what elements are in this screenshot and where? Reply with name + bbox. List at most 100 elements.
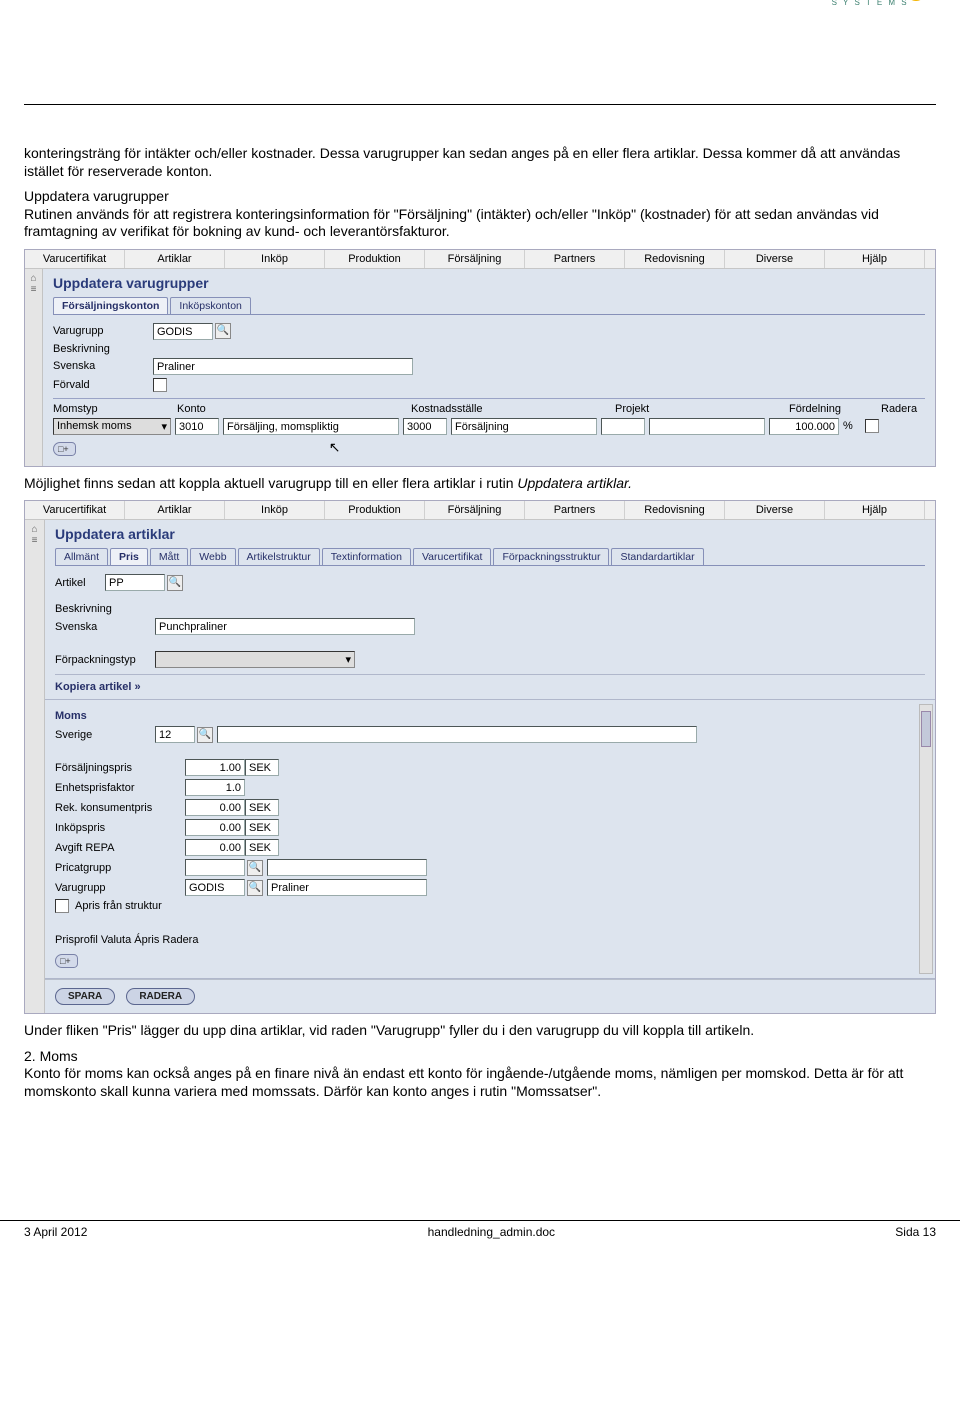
label-sverige: Sverige: [55, 729, 155, 741]
input-svenska[interactable]: Punchpraliner: [155, 618, 415, 635]
search-icon[interactable]: 🔍: [197, 727, 213, 743]
paragraph-2: Rutinen används för att registrera konte…: [24, 206, 936, 241]
menu-inkop[interactable]: Inköp: [225, 501, 325, 519]
price-block: Moms Sverige 12 🔍 Försäljningspris 1.00 …: [45, 699, 935, 979]
add-row-button[interactable]: □+: [53, 442, 76, 456]
tab-allmant[interactable]: Allmänt: [55, 548, 108, 565]
input-cur-3: SEK: [245, 819, 279, 836]
col-fordelning: Fördelning: [789, 403, 877, 415]
tab-forpackningsstruktur[interactable]: Förpackningsstruktur: [493, 548, 609, 565]
window-title: Uppdatera varugrupper: [53, 273, 925, 297]
input-konto-name[interactable]: Försäljing, momspliktig: [223, 418, 399, 435]
label-inkopspris: Inköpspris: [55, 822, 185, 834]
tab-webb[interactable]: Webb: [190, 548, 235, 565]
tab-matt[interactable]: Mått: [150, 548, 188, 565]
tab-standardartiklar[interactable]: Standardartiklar: [611, 548, 703, 565]
label-forvald: Förvald: [53, 379, 153, 391]
menu-varucertifikat[interactable]: Varucertifikat: [25, 501, 125, 519]
select-forpackningstyp[interactable]: ▾: [155, 651, 355, 668]
search-icon[interactable]: 🔍: [215, 323, 231, 339]
col-projekt: Projekt: [615, 403, 785, 415]
chevron-down-icon: ▾: [161, 420, 167, 433]
menu-diverse[interactable]: Diverse: [725, 501, 825, 519]
tab-artikelstruktur[interactable]: Artikelstruktur: [238, 548, 320, 565]
search-icon[interactable]: 🔍: [247, 880, 263, 896]
menu-hjalp[interactable]: Hjälp: [825, 250, 925, 268]
input-fordelning[interactable]: 100.000: [769, 418, 839, 435]
label-beskrivning: Beskrivning: [55, 603, 155, 615]
footer-file: handledning_admin.doc: [428, 1225, 555, 1239]
tab-pris[interactable]: Pris: [110, 548, 148, 565]
search-icon[interactable]: 🔍: [247, 860, 263, 876]
save-button[interactable]: SPARA: [55, 988, 115, 1005]
input-projekt-name[interactable]: [649, 418, 765, 435]
input-kost-name[interactable]: Försäljning: [451, 418, 597, 435]
search-icon[interactable]: 🔍: [167, 575, 183, 591]
input-avgift-repa[interactable]: 0.00: [185, 839, 245, 856]
checkbox-radera[interactable]: [865, 419, 879, 433]
input-varugrupp-desc[interactable]: Praliner: [267, 879, 427, 896]
link-kopiera-artikel[interactable]: Kopiera artikel »: [55, 681, 925, 693]
menu-artiklar[interactable]: Artiklar: [125, 501, 225, 519]
menu-partners[interactable]: Partners: [525, 250, 625, 268]
label-apris: Apris från struktur: [75, 900, 162, 912]
input-konto-code[interactable]: 3010: [175, 418, 219, 435]
label-pricatgrupp: Pricatgrupp: [55, 862, 185, 874]
menu-diverse[interactable]: Diverse: [725, 250, 825, 268]
menu-produktion[interactable]: Produktion: [325, 501, 425, 519]
screenshot-varugrupper: Varucertifikat Artiklar Inköp Produktion…: [24, 249, 936, 467]
menu-artiklar[interactable]: Artiklar: [125, 250, 225, 268]
delete-button[interactable]: RADERA: [126, 988, 195, 1005]
scrollbar[interactable]: [919, 704, 933, 974]
label-enhetsprisfaktor: Enhetsprisfaktor: [55, 782, 185, 794]
input-cur-2: SEK: [245, 799, 279, 816]
menu-forsaljning[interactable]: Försäljning: [425, 250, 525, 268]
input-svenska[interactable]: Praliner: [153, 358, 413, 375]
input-projekt-code[interactable]: [601, 418, 645, 435]
footer-page: Sida 13: [895, 1225, 936, 1239]
paragraph-3: Möjlighet finns sedan att koppla aktuell…: [24, 475, 936, 493]
paragraph-4: Under fliken "Pris" lägger du upp dina a…: [24, 1022, 936, 1040]
input-varugrupp[interactable]: GODIS: [185, 879, 245, 896]
menu-varucertifikat[interactable]: Varucertifikat: [25, 250, 125, 268]
tab-textinformation[interactable]: Textinformation: [322, 548, 411, 565]
heading-moms: Moms: [55, 710, 925, 722]
input-varugrupp[interactable]: GODIS: [153, 323, 213, 340]
input-pricat-desc[interactable]: [267, 859, 427, 876]
input-kost-code[interactable]: 3000: [403, 418, 447, 435]
page-footer: 3 April 2012 handledning_admin.doc Sida …: [0, 1220, 960, 1243]
label-forsaljningspris: Försäljningspris: [55, 762, 185, 774]
menu-produktion[interactable]: Produktion: [325, 250, 425, 268]
menu-hjalp[interactable]: Hjälp: [825, 501, 925, 519]
topmenu-2: Varucertifikat Artiklar Inköp Produktion…: [25, 501, 935, 520]
select-momstyp[interactable]: Inhemsk moms▾: [53, 418, 171, 435]
menu-forsaljning[interactable]: Försäljning: [425, 501, 525, 519]
tab-varucertifikat[interactable]: Varucertifikat: [413, 548, 492, 565]
col-momstyp: Momstyp: [53, 403, 173, 415]
logo: Expert S Y S T E M S: [814, 0, 926, 7]
section-title: Uppdatera varugrupper: [24, 188, 936, 206]
input-rekpris[interactable]: 0.00: [185, 799, 245, 816]
tab-inkopskonton[interactable]: Inköpskonton: [170, 297, 250, 314]
paragraph-5: Konto för moms kan också anges på en fin…: [24, 1065, 936, 1100]
menu-redovisning[interactable]: Redovisning: [625, 250, 725, 268]
input-sverige-desc[interactable]: [217, 726, 697, 743]
label-avgift-repa: Avgift REPA: [55, 842, 185, 854]
grid-row: Inhemsk moms▾ 3010 Försäljing, momsplikt…: [53, 417, 925, 436]
input-enhetsprisfaktor[interactable]: 1.0: [185, 779, 245, 796]
menu-redovisning[interactable]: Redovisning: [625, 501, 725, 519]
input-pricatgrupp[interactable]: [185, 859, 245, 876]
input-artikel[interactable]: PP: [105, 574, 165, 591]
input-sverige[interactable]: 12: [155, 726, 195, 743]
add-row-button[interactable]: □+: [55, 954, 78, 968]
input-forsaljningspris[interactable]: 1.00: [185, 759, 245, 776]
left-icon-bar: ⌂≡: [25, 269, 43, 466]
input-inkopspris[interactable]: 0.00: [185, 819, 245, 836]
menu-partners[interactable]: Partners: [525, 501, 625, 519]
col-konto: Konto: [177, 403, 407, 415]
tab-forsaljningskonton[interactable]: Försäljningskonton: [53, 297, 168, 314]
checkbox-forvald[interactable]: [153, 378, 167, 392]
label-varugrupp: Varugrupp: [55, 882, 185, 894]
checkbox-apris[interactable]: [55, 899, 69, 913]
menu-inkop[interactable]: Inköp: [225, 250, 325, 268]
